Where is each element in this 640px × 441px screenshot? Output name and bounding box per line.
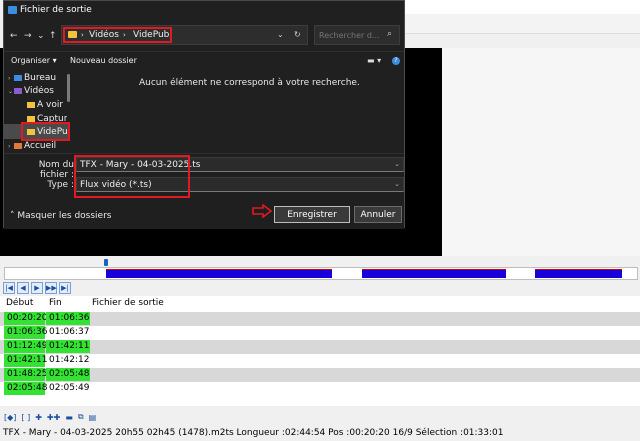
view-options-icon[interactable]: ▬ ▾ (367, 56, 381, 65)
tree-item-label: A voir (37, 100, 64, 110)
hide-folders-toggle[interactable]: ˄ Masquer les dossiers (10, 211, 111, 221)
chevron-down-icon[interactable]: ⌄ (277, 30, 284, 39)
cell-end: 02:05:48 (46, 368, 90, 381)
app-icon (8, 6, 17, 14)
tree-scrollbar[interactable] (67, 74, 70, 102)
cell-end: 01:06:37 (49, 327, 90, 337)
split-icon[interactable]: ✚✚ (47, 413, 60, 422)
search-input[interactable] (319, 29, 383, 41)
app-toolbar (405, 14, 640, 34)
organize-button[interactable]: Organiser ▾ (11, 56, 57, 65)
search-box[interactable]: ⌕ (314, 25, 400, 45)
cell-end: 01:42:12 (49, 355, 90, 365)
dialog-title: Fichier de sortie (20, 5, 92, 15)
tree-item-a-voir[interactable]: A voir (27, 100, 63, 113)
header-output-file[interactable]: Fichier de sortie (92, 298, 164, 310)
folder-icon (27, 101, 35, 108)
timeline-segment[interactable] (106, 269, 332, 278)
table-row[interactable]: 01:48:25 02:05:48 (0, 368, 640, 382)
videos-icon (14, 87, 22, 94)
bracket-icon[interactable]: [ ] (21, 413, 30, 422)
cell-start: 00:20:20 (4, 312, 47, 325)
header-start[interactable]: Début (6, 298, 33, 310)
tree-highlight (21, 122, 70, 141)
up-icon[interactable]: ↑ (49, 31, 57, 41)
address-bar[interactable]: › Vidéos › VidePub ⌄ ↻ (61, 25, 308, 45)
breadcrumb-separator-icon: › (123, 31, 126, 39)
new-folder-button[interactable]: Nouveau dossier (70, 56, 137, 65)
desktop-icon (14, 74, 22, 81)
status-bar: TFX - Mary - 04-03-2025 20h55 02h45 (147… (0, 425, 640, 441)
cell-start: 01:12:49 (4, 340, 47, 353)
dialog-titlebar[interactable]: Fichier de sortie (4, 1, 404, 19)
table-row[interactable]: 01:06:36 01:06:37 (0, 326, 640, 340)
timeline-segment[interactable] (535, 269, 622, 278)
table-row[interactable]: 00:20:20 01:06:36 (0, 312, 640, 326)
search-icon[interactable]: ⌕ (387, 29, 392, 39)
cell-end: 01:42:11 (46, 340, 90, 353)
previous-icon[interactable]: ◀ (17, 282, 29, 294)
chevron-down-icon[interactable]: ⌄ (394, 180, 400, 188)
add-cut-icon[interactable]: ✚ (35, 413, 42, 422)
help-icon[interactable]: ? (392, 57, 400, 65)
timeline-segment[interactable] (362, 269, 506, 278)
copy-icon[interactable]: ⧉ (78, 412, 84, 422)
fields-highlight (74, 155, 190, 198)
next-icon[interactable]: ▶ (31, 282, 43, 294)
app-title-strip (405, 0, 640, 14)
forward-icon[interactable]: → (24, 31, 32, 41)
header-end[interactable]: Fin (49, 298, 62, 310)
cancel-button[interactable]: Annuler (354, 206, 402, 223)
recent-icon[interactable]: ⌄ (37, 31, 45, 41)
table-row[interactable]: 02:05:48 02:05:49 (0, 382, 640, 396)
cell-start: 01:06:36 (4, 326, 47, 339)
timeline-cursor[interactable] (104, 259, 108, 266)
save-dialog: Fichier de sortie ← → ⌄ ↑ › Vidéos › Vid… (3, 0, 405, 229)
folder-icon (68, 31, 77, 38)
cell-end: 01:06:36 (46, 312, 90, 325)
save-button[interactable]: Enregistrer (274, 206, 350, 223)
tree-item-desktop[interactable]: › Bureau (8, 73, 56, 86)
cell-start: 01:48:25 (4, 368, 47, 381)
first-frame-icon[interactable]: |◀ (3, 282, 15, 294)
breadcrumb-videos[interactable]: Vidéos (89, 30, 119, 40)
arrow-pointer-icon (252, 204, 272, 218)
playback-controls: |◀ ◀ ▶ ▶▶ ▶| (3, 281, 71, 295)
mark-in-icon[interactable]: [◆] (4, 413, 16, 422)
tree-item-label: Bureau (24, 73, 57, 83)
breadcrumb-separator-icon: › (81, 31, 84, 39)
breadcrumb-videpub[interactable]: VidePub (133, 30, 169, 40)
last-frame-icon[interactable]: ▶| (59, 282, 71, 294)
table-row[interactable]: 01:12:49 01:42:11 (0, 340, 640, 354)
cut-tools: [◆] [ ] ✚ ✚✚ ▬ ⧉ ▤ (4, 411, 96, 423)
hide-folders-label: Masquer les dossiers (17, 211, 112, 221)
preview-side-panel (442, 48, 640, 256)
fast-forward-icon[interactable]: ▶▶ (45, 282, 57, 294)
chevron-down-icon[interactable]: ⌄ (394, 160, 400, 168)
cell-end: 02:05:49 (49, 383, 90, 393)
filename-label: Nom du fichier : (38, 160, 74, 180)
type-label: Type : (47, 180, 74, 190)
command-bar: Organiser ▾ Nouveau dossier ▬ ▾ ? (4, 51, 404, 69)
folder-icon (27, 115, 35, 122)
refresh-icon[interactable]: ↻ (294, 30, 301, 39)
tree-item-label: Accueil (24, 141, 57, 151)
home-icon (14, 142, 22, 149)
tree-item-videos[interactable]: ⌄ Vidéos (8, 86, 54, 99)
chevron-up-icon: ˄ (10, 211, 15, 221)
cell-start: 01:42:11 (4, 354, 47, 367)
cell-start: 02:05:48 (4, 382, 47, 395)
tree-item-label: Vidéos (24, 86, 54, 96)
navigation-row: ← → ⌄ ↑ › Vidéos › VidePub ⌄ ↻ ⌕ (4, 23, 404, 49)
empty-message: Aucun élément ne correspond à votre rech… (139, 78, 360, 88)
table-row[interactable]: 01:42:11 01:42:12 (0, 354, 640, 368)
back-icon[interactable]: ← (10, 31, 18, 41)
remove-icon[interactable]: ▬ (65, 413, 73, 422)
paste-icon[interactable]: ▤ (89, 413, 97, 422)
organize-label: Organiser (11, 56, 51, 65)
chevron-down-icon: ▾ (52, 56, 57, 65)
